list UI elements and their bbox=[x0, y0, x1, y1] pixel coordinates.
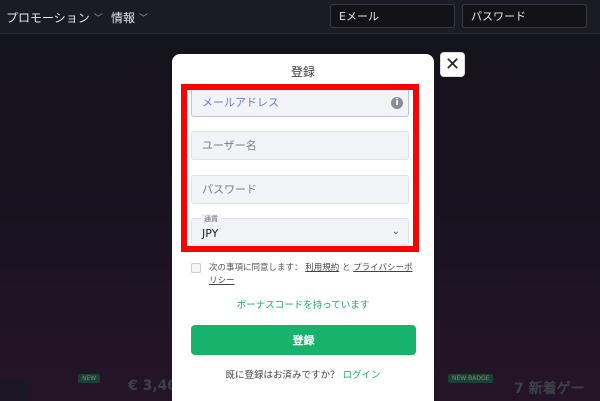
modal-title: 登録 bbox=[290, 65, 315, 79]
registration-modal: 登録 i 通貨 JPY ⌄ 次の事項に同意します： 利用規約 と プライバシーポ… bbox=[172, 54, 434, 401]
password-input[interactable] bbox=[192, 176, 408, 203]
info-icon[interactable]: i bbox=[391, 97, 403, 109]
username-field[interactable] bbox=[191, 131, 409, 160]
terms-prefix: 次の事項に同意します： bbox=[209, 263, 303, 273]
nav-info-label: 情報 bbox=[111, 11, 136, 25]
close-button[interactable]: ✕ bbox=[440, 52, 465, 77]
email-field[interactable]: i bbox=[191, 88, 409, 117]
password-field[interactable] bbox=[191, 175, 409, 204]
login-prompt: 既に登録はお済みですか？ ログイン bbox=[172, 367, 434, 381]
terms-checkbox[interactable] bbox=[191, 263, 201, 273]
terms-and: と bbox=[341, 263, 351, 273]
close-icon: ✕ bbox=[444, 53, 461, 75]
chevron-down-icon: ﹀ bbox=[139, 14, 149, 24]
bonus-code-link[interactable]: ボーナスコードを持っています bbox=[172, 297, 434, 311]
username-input[interactable] bbox=[192, 132, 408, 159]
email-input[interactable] bbox=[192, 89, 408, 116]
login-link[interactable]: ログイン bbox=[343, 370, 381, 381]
currency-select[interactable]: 通貨 JPY ⌄ bbox=[191, 214, 409, 245]
currency-value: JPY bbox=[202, 227, 219, 240]
currency-label: 通貨 bbox=[201, 214, 221, 224]
top-navigation-bar: プロモーション ﹀ 情報 ﹀ bbox=[0, 0, 600, 34]
nav-info[interactable]: 情報 ﹀ bbox=[111, 9, 148, 26]
header-password-input[interactable] bbox=[462, 4, 587, 28]
chevron-down-icon: ⌄ bbox=[391, 226, 400, 237]
nav-promotions[interactable]: プロモーション ﹀ bbox=[6, 9, 103, 26]
register-button[interactable]: 登録 bbox=[191, 325, 416, 355]
terms-agreement: 次の事項に同意します： 利用規約 と プライバシーポリシー bbox=[191, 262, 416, 288]
login-prompt-text: 既に登録はお済みですか？ bbox=[225, 370, 340, 381]
header-email-input[interactable] bbox=[330, 4, 455, 28]
terms-text: 次の事項に同意します： 利用規約 と プライバシーポリシー bbox=[191, 262, 416, 288]
terms-of-use-link[interactable]: 利用規約 bbox=[305, 263, 339, 273]
chevron-down-icon: ﹀ bbox=[93, 14, 103, 24]
nav-promotions-label: プロモーション bbox=[6, 11, 90, 25]
